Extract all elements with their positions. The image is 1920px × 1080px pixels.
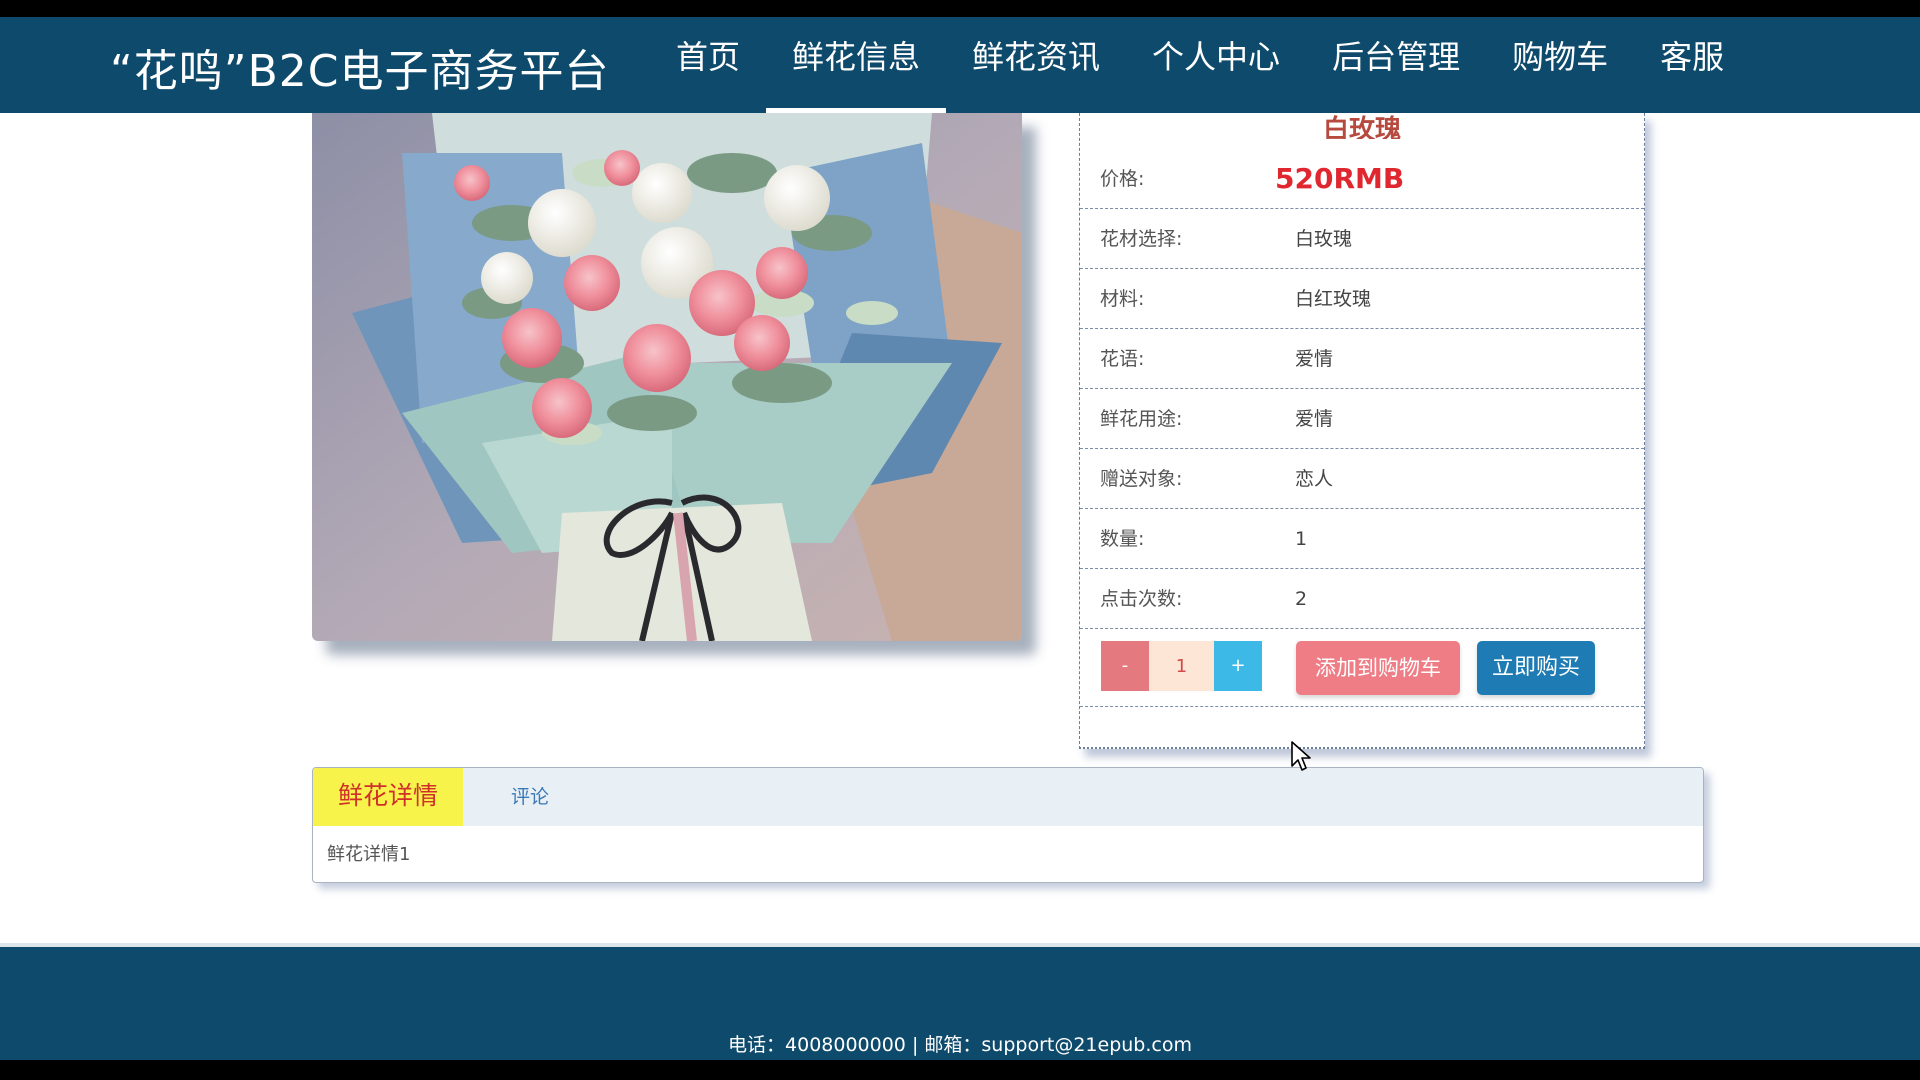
product-info-panel: 白玫瑰 价格: 520RMB 花材选择: 白玫瑰 材料: 白红玫瑰 花语: 爱情… [1079, 113, 1645, 749]
page: “花鸣”B2C电子商务平台 首页 鲜花信息 鲜花资讯 个人中心 后台管理 购物车… [0, 17, 1920, 1060]
attr-row-material: 材料: 白红玫瑰 [1080, 269, 1644, 329]
attr-value: 白玫瑰 [1295, 228, 1353, 250]
price-row: 价格: 520RMB [1080, 149, 1644, 209]
site-header: “花鸣”B2C电子商务平台 首页 鲜花信息 鲜花资讯 个人中心 后台管理 购物车… [0, 17, 1920, 113]
attr-label: 材料: [1100, 288, 1145, 310]
nav-item-admin[interactable]: 后台管理 [1306, 17, 1486, 113]
quantity-input[interactable] [1149, 641, 1214, 691]
mouse-cursor-icon [1291, 741, 1311, 771]
nav-item-customer-service[interactable]: 客服 [1634, 17, 1750, 113]
attr-label: 赠送对象: [1100, 468, 1183, 490]
attr-row-flower-language: 花语: 爱情 [1080, 329, 1644, 389]
product-name: 白玫瑰 [1322, 115, 1401, 139]
attr-row-recipient: 赠送对象: 恋人 [1080, 449, 1644, 509]
price-label: 价格: [1100, 168, 1145, 190]
attr-label: 鲜花用途: [1100, 408, 1183, 430]
tab-flower-detail[interactable]: 鲜花详情 [313, 768, 463, 826]
nav-item-personal-center[interactable]: 个人中心 [1126, 17, 1306, 113]
attr-value: 恋人 [1295, 468, 1334, 490]
quantity-increase-button[interactable]: + [1214, 641, 1262, 691]
bouquet-illustration [312, 113, 1022, 641]
buy-now-button[interactable]: 立即购买 [1477, 641, 1595, 695]
attr-label: 花语: [1100, 348, 1145, 370]
attr-value: 白红玫瑰 [1295, 288, 1372, 310]
attr-value: 2 [1295, 588, 1308, 610]
add-to-cart-button[interactable]: 添加到购物车 [1296, 641, 1460, 695]
tab-bar: 鲜花详情 评论 [313, 768, 1703, 826]
attr-row-flower-material: 花材选择: 白玫瑰 [1080, 209, 1644, 269]
attr-label: 数量: [1100, 528, 1145, 550]
nav-item-flower-news[interactable]: 鲜花资讯 [946, 17, 1126, 113]
nav-item-flower-info[interactable]: 鲜花信息 [766, 17, 947, 113]
attr-row-usage: 鲜花用途: 爱情 [1080, 389, 1644, 449]
attr-value: 爱情 [1295, 408, 1334, 430]
nav-item-home[interactable]: 首页 [650, 17, 766, 113]
purchase-actions: - + 添加到购物车 立即购买 [1080, 629, 1644, 707]
attr-value: 1 [1295, 528, 1308, 550]
attr-row-quantity: 数量: 1 [1080, 509, 1644, 569]
site-footer: 电话：4008000000 | 邮箱：support@21epub.com [0, 943, 1920, 1060]
site-title: “花鸣”B2C电子商务平台 [110, 46, 610, 97]
product-image [312, 113, 1022, 641]
screen: “花鸣”B2C电子商务平台 首页 鲜花信息 鲜花资讯 个人中心 后台管理 购物车… [0, 0, 1920, 1080]
footer-contact: 电话：4008000000 | 邮箱：support@21epub.com [728, 1034, 1192, 1056]
main-nav: 首页 鲜花信息 鲜花资讯 个人中心 后台管理 购物车 客服 [650, 17, 1750, 113]
attr-value: 爱情 [1295, 348, 1334, 370]
attr-row-click-count: 点击次数: 2 [1080, 569, 1644, 629]
price-value: 520RMB [1275, 162, 1405, 195]
tab-comments[interactable]: 评论 [511, 768, 549, 826]
quantity-decrease-button[interactable]: - [1101, 641, 1149, 691]
attr-label: 点击次数: [1100, 588, 1183, 610]
tab-content-detail: 鲜花详情1 [327, 844, 411, 865]
product-tabs: 鲜花详情 评论 鲜花详情1 [312, 767, 1704, 883]
nav-item-cart[interactable]: 购物车 [1486, 17, 1634, 113]
attr-label: 花材选择: [1100, 228, 1183, 250]
